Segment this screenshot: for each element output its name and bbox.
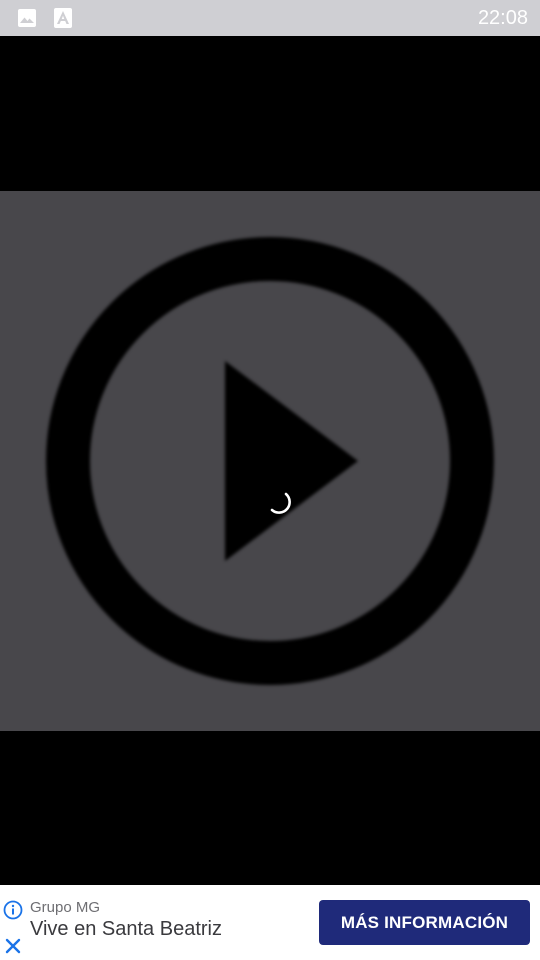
play-circle-icon[interactable]	[0, 191, 540, 731]
status-bar: 22:08	[0, 0, 540, 36]
ad-advertiser: Grupo MG	[30, 899, 101, 916]
screen: 22:08 Grupo MG Vive en Santa Beatriz MÁS…	[0, 0, 540, 960]
video-thumbnail[interactable]	[0, 191, 540, 731]
loading-spinner-icon	[270, 492, 291, 514]
status-time: 22:08	[477, 7, 528, 29]
ad-close-icon[interactable]	[4, 937, 22, 955]
ad-cta-button[interactable]: MÁS INFORMACIÓN	[319, 900, 530, 945]
app-store-icon	[54, 8, 72, 33]
ad-info-icon[interactable]	[3, 900, 23, 920]
ad-headline[interactable]: Vive en Santa Beatriz	[30, 918, 222, 941]
video-player[interactable]	[0, 36, 540, 885]
ad-banner[interactable]: Grupo MG Vive en Santa Beatriz MÁS INFOR…	[0, 885, 540, 960]
image-icon	[17, 8, 37, 33]
